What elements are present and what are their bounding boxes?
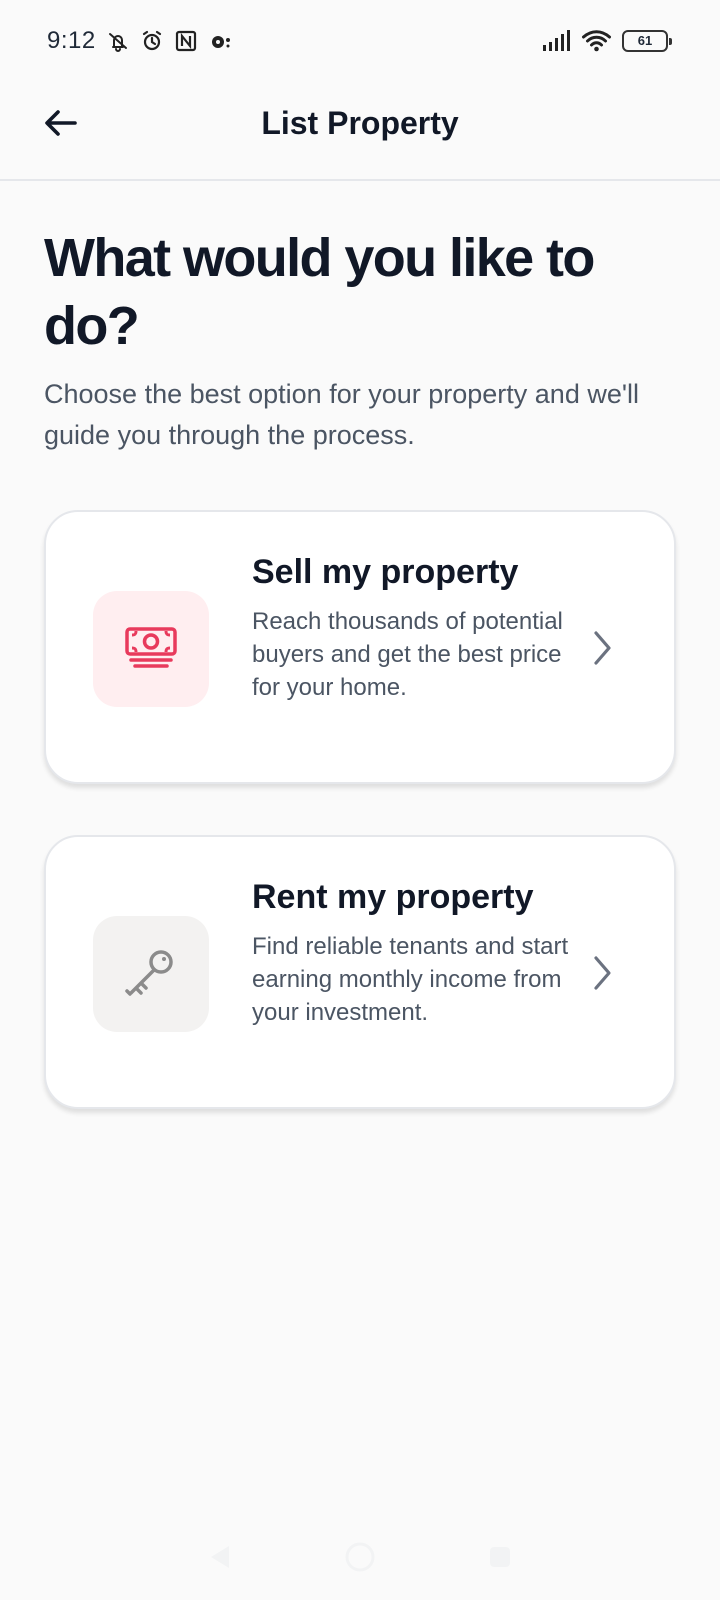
sell-option-text: Sell my property Reach thousands of pote… bbox=[252, 550, 570, 704]
back-triangle-icon[interactable] bbox=[204, 1541, 236, 1573]
battery-icon: 61 bbox=[622, 30, 672, 52]
status-right: 61 bbox=[541, 29, 672, 53]
main-content: What would you like to do? Choose the be… bbox=[44, 224, 676, 456]
chevron-right-icon bbox=[594, 631, 611, 665]
sell-property-card[interactable]: Sell my property Reach thousands of pote… bbox=[44, 510, 676, 784]
mute-notification-icon bbox=[108, 33, 127, 52]
sell-icon-container bbox=[93, 591, 209, 707]
sell-option-title: Sell my property bbox=[252, 553, 519, 591]
location-icon bbox=[211, 36, 230, 48]
intro-text: Choose the best option for your property… bbox=[44, 379, 640, 450]
system-navigation-bar bbox=[0, 1514, 720, 1600]
money-icon bbox=[125, 627, 177, 668]
rent-option-text: Rent my property Find reliable tenants a… bbox=[252, 875, 570, 1029]
rent-option-description: Find reliable tenants and start earning … bbox=[252, 933, 569, 1026]
status-bar: 9:12 61 bbox=[0, 0, 720, 82]
recents-square-icon[interactable] bbox=[484, 1541, 516, 1573]
main-heading: What would you like to do? bbox=[44, 228, 595, 356]
status-left: 9:12 bbox=[47, 27, 232, 55]
rent-icon-container bbox=[93, 916, 209, 1032]
wifi-icon bbox=[582, 30, 611, 52]
key-icon bbox=[125, 950, 173, 996]
sell-option-description: Reach thousands of potential buyers and … bbox=[252, 608, 563, 701]
rent-option-title: Rent my property bbox=[252, 878, 534, 916]
signal-icon bbox=[543, 30, 570, 51]
alarm-icon bbox=[142, 30, 161, 51]
status-time: 9:12 bbox=[47, 27, 96, 54]
chevron-right-icon bbox=[594, 956, 611, 990]
page-title: List Property bbox=[261, 105, 459, 141]
nfc-icon bbox=[175, 30, 196, 52]
home-circle-icon[interactable] bbox=[342, 1539, 378, 1575]
rent-property-card[interactable]: Rent my property Find reliable tenants a… bbox=[44, 835, 676, 1109]
app-header: List Property bbox=[0, 82, 720, 181]
